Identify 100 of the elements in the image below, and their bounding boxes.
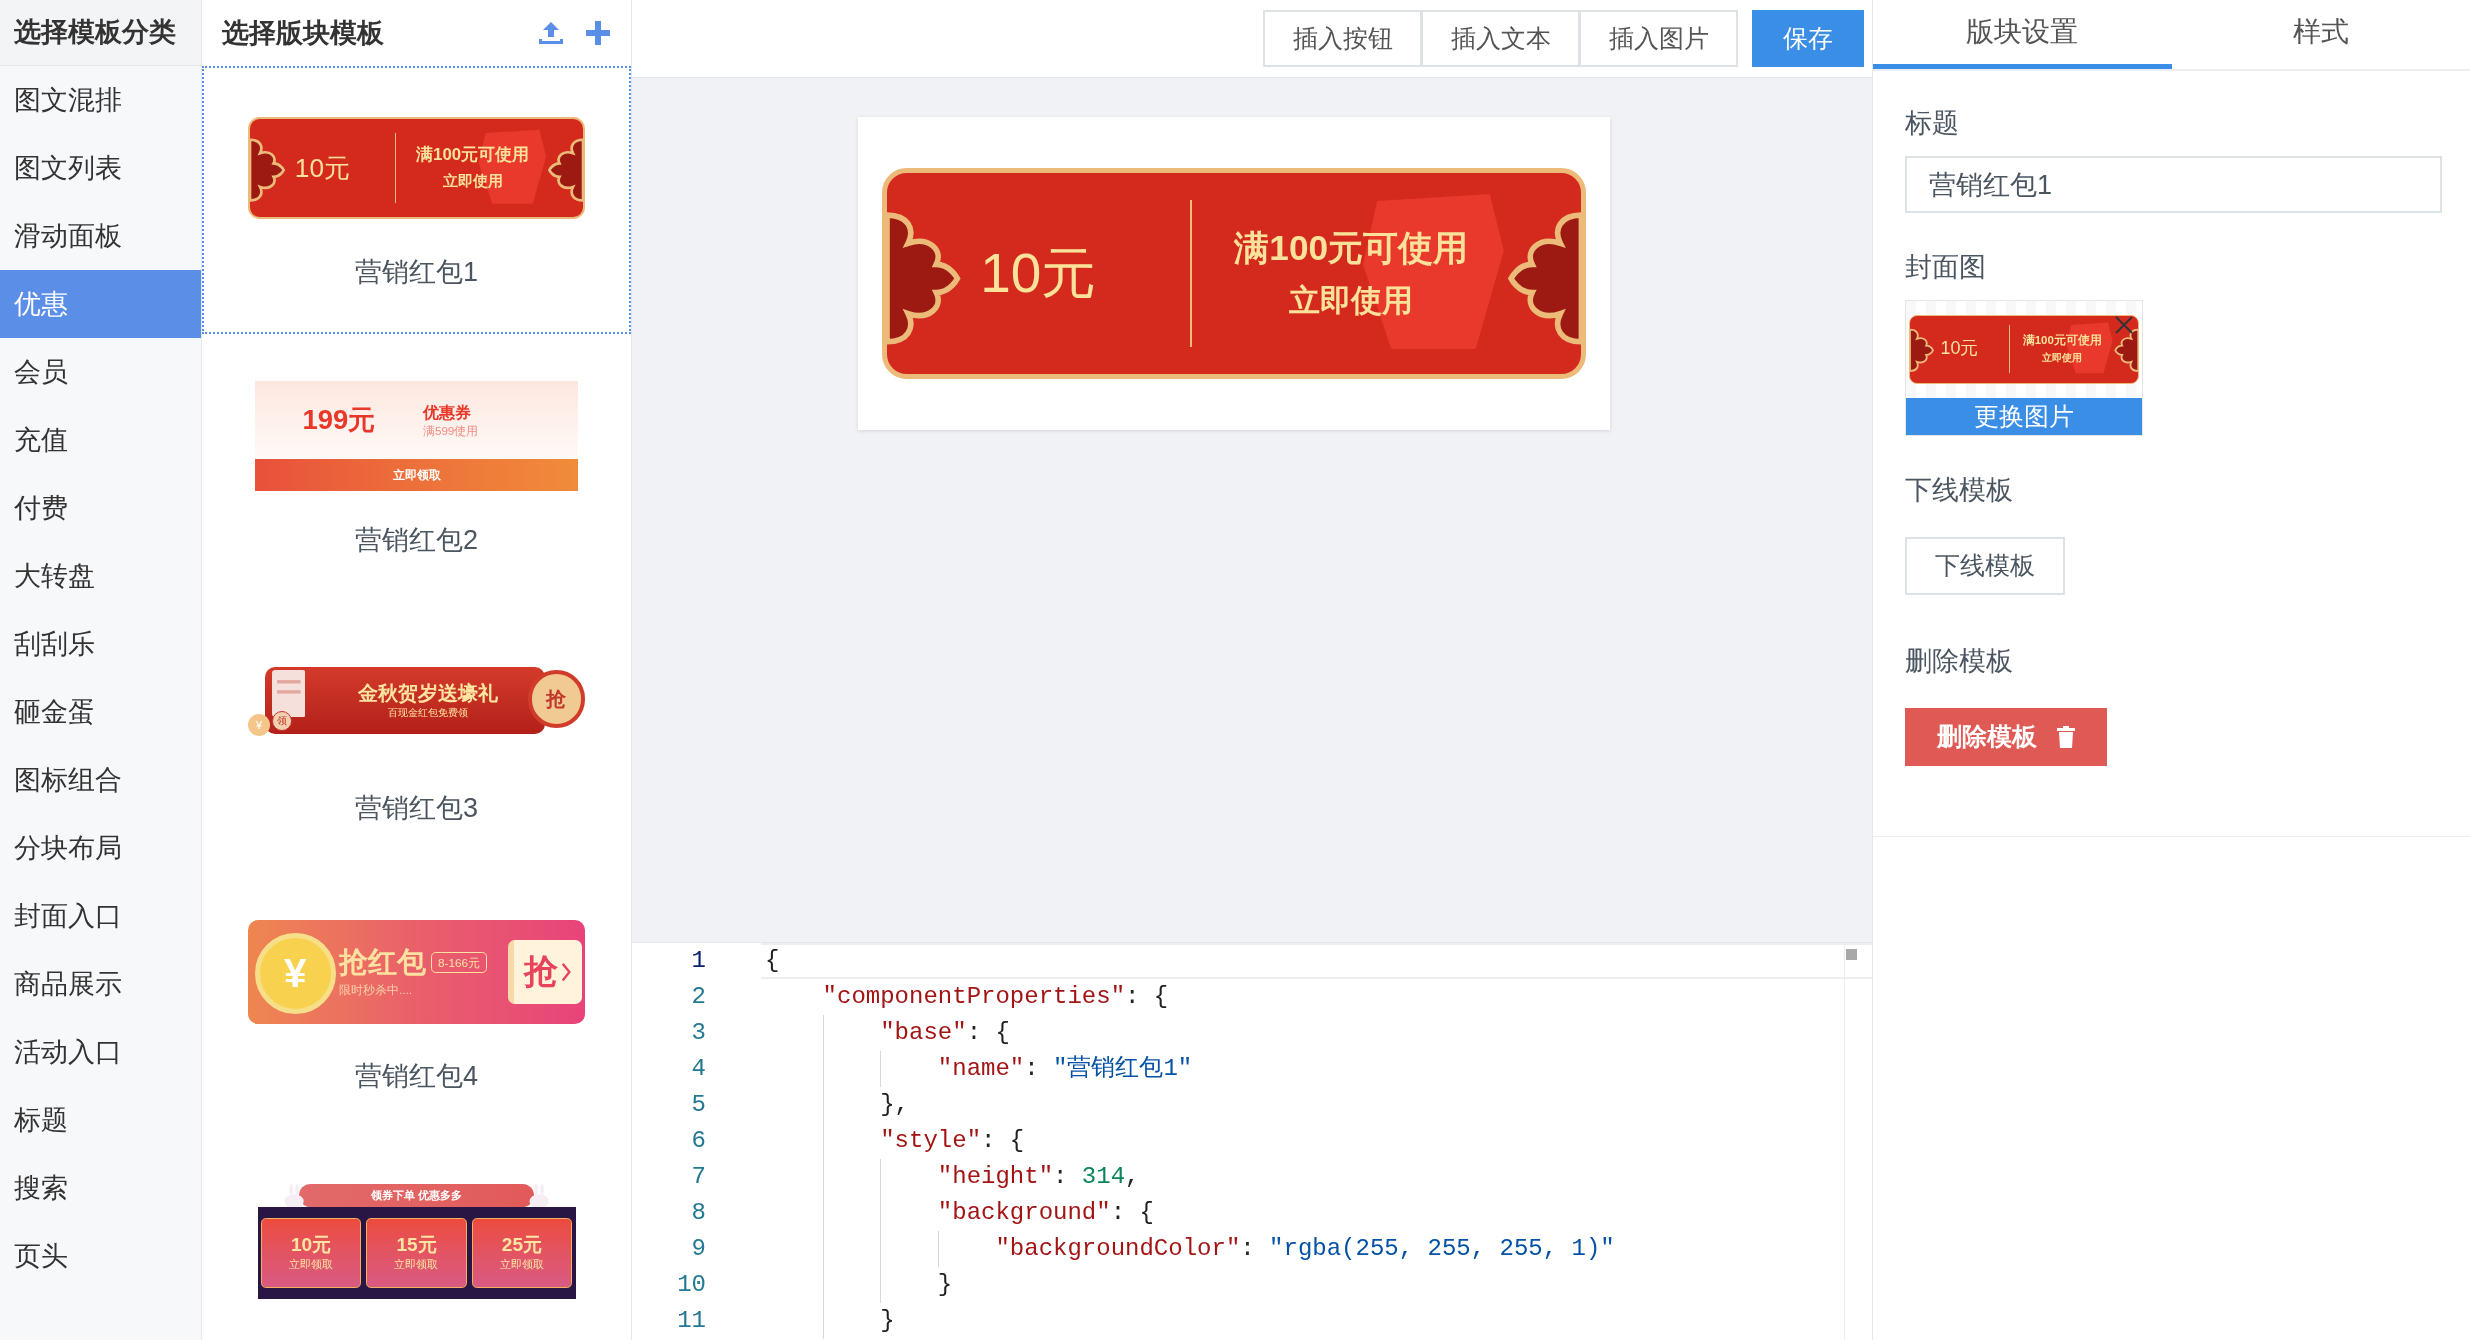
divider-line: [394, 132, 396, 204]
category-item[interactable]: 图标组合: [0, 746, 201, 814]
grab-text: 抢: [546, 688, 567, 710]
field-label: 删除模板: [1905, 645, 2014, 677]
line-number: 3: [691, 1018, 706, 1048]
panel-title: 选择模板分类: [0, 0, 201, 66]
settings-tab[interactable]: 版块设置: [1873, 0, 2172, 69]
coin-text: ¥: [255, 719, 263, 731]
code-text: "name": "营销红包1": [936, 1054, 1193, 1084]
amount-text: 25元: [501, 1235, 543, 1255]
category-item[interactable]: 标题: [0, 1086, 201, 1154]
amount-text: 10元: [294, 154, 351, 182]
claim-text: 立即领取: [394, 1259, 439, 1271]
category-item[interactable]: 搜索: [0, 1154, 201, 1222]
claim-text: 立即领取: [499, 1259, 544, 1271]
category-item[interactable]: 活动入口: [0, 1018, 201, 1086]
code-text: "componentProperties": {: [821, 982, 1169, 1012]
scrollbar[interactable]: [1844, 943, 1858, 1340]
use-now-text: 立即使用: [442, 174, 503, 189]
line-number: 2: [691, 982, 706, 1012]
ribbon-subtitle: 百现金红包免费领: [388, 707, 469, 718]
coupon-title: 优惠券: [422, 403, 471, 420]
amount-text: 15元: [396, 1235, 437, 1255]
line-number: 6: [691, 1126, 706, 1156]
insert-button[interactable]: 插入图片: [1579, 10, 1738, 67]
rabbit-drawing: [282, 1184, 306, 1210]
field-label: 封面图: [1905, 251, 1987, 283]
upload-icon[interactable]: [537, 20, 565, 46]
category-item[interactable]: 分块布局: [0, 814, 201, 882]
envelope-icon: [271, 670, 306, 718]
line-number: 11: [677, 1306, 706, 1336]
insert-button[interactable]: 插入按钮: [1263, 10, 1422, 67]
rabbit-drawing: [527, 1184, 551, 1210]
line-number: 7: [691, 1162, 706, 1192]
amount-text: 10元: [1940, 340, 1979, 359]
offline-button[interactable]: 下线模板: [1905, 537, 2065, 595]
trash-icon: [2057, 726, 2075, 748]
insert-button[interactable]: 插入文本: [1421, 10, 1580, 67]
condition-text: 满100元可使用: [1234, 229, 1469, 266]
category-item[interactable]: 刮刮乐: [0, 610, 201, 678]
template-card[interactable]: 金秋贺岁送壕礼 百现金红包免费领 领 ¥ 抢 营销红包3: [202, 602, 631, 870]
ribbon-title: 金秋贺岁送壕礼: [358, 683, 499, 704]
title-input[interactable]: 营销红包1: [1905, 156, 2442, 213]
template-name: 营销红包2: [355, 524, 478, 557]
code-text: "style": {: [879, 1126, 1025, 1156]
code-text: "base": {: [879, 1018, 1010, 1048]
panel-title: 选择版块模板: [222, 16, 384, 50]
condition-text: 满100元可使用: [2022, 335, 2102, 347]
banner-title: 领券下单 优惠多多: [370, 1189, 463, 1202]
line-number: 5: [691, 1090, 706, 1120]
line-number: 9: [691, 1234, 706, 1264]
category-item[interactable]: 滑动面板: [0, 202, 201, 270]
template-card[interactable]: 199元 优惠券 满599使用 立即领取 营销红包2: [202, 334, 631, 602]
delete-button[interactable]: 删除模板: [1905, 708, 2107, 766]
grab-title: 抢红包: [339, 948, 426, 978]
category-item[interactable]: 付费: [0, 474, 201, 542]
divider-line: [2008, 325, 2010, 374]
category-item[interactable]: 充值: [0, 406, 201, 474]
category-item[interactable]: 封面入口: [0, 882, 201, 950]
template-name: 营销红包4: [355, 1060, 478, 1093]
template-name: 营销红包3: [355, 792, 478, 825]
amount-text: 199元: [302, 406, 376, 434]
settings-tab[interactable]: 样式: [2171, 0, 2470, 69]
condition-text: 满599使用: [422, 424, 479, 437]
template-name: 营销红包1: [355, 256, 478, 289]
add-icon[interactable]: [585, 20, 611, 46]
field-label: 下线模板: [1905, 474, 2014, 506]
claim-text: 立即领取: [392, 468, 441, 481]
category-item[interactable]: 商品展示: [0, 950, 201, 1018]
code-text: }: [936, 1270, 953, 1300]
category-item[interactable]: 页头: [0, 1222, 201, 1290]
template-card[interactable]: ¥ 抢红包 8-166元 限时秒杀中.... 抢 营销红包4: [202, 870, 631, 1138]
close-icon[interactable]: [2114, 315, 2134, 335]
grab-text: 抢: [523, 955, 558, 989]
range-tag: 8-166元: [431, 952, 487, 974]
code-text: }: [879, 1306, 895, 1336]
line-number: 4: [691, 1054, 706, 1084]
use-now-text: 立即使用: [2042, 353, 2083, 364]
chevron-icon: [561, 961, 572, 983]
use-now-text: 立即使用: [1289, 286, 1414, 318]
category-item[interactable]: 图文列表: [0, 134, 201, 202]
stamp-text: 领: [276, 715, 287, 726]
amount-text: 10元: [980, 246, 1097, 301]
coin-text: ¥: [283, 953, 307, 994]
category-item[interactable]: 大转盘: [0, 542, 201, 610]
code-text: "height": 314,: [936, 1162, 1140, 1192]
line-number: 1: [691, 946, 706, 976]
code-text: },: [879, 1090, 910, 1120]
code-text: {: [765, 946, 780, 976]
grab-subtitle: 限时秒杀中....: [339, 983, 414, 996]
amount-text: 10元: [290, 1235, 332, 1255]
field-label: 标题: [1905, 107, 1960, 139]
code-text: "background": {: [936, 1198, 1154, 1228]
code-text: "backgroundColor": "rgba(255, 255, 255, 1)": [994, 1234, 1615, 1264]
template-card[interactable]: 10元 满100元可使用 立即使用 营销红包1: [202, 66, 631, 334]
category-item[interactable]: 会员: [0, 338, 201, 406]
category-item[interactable]: 砸金蛋: [0, 678, 201, 746]
line-number: 8: [691, 1198, 706, 1228]
condition-text: 满100元可使用: [416, 147, 530, 164]
category-item[interactable]: 图文混排: [0, 66, 201, 134]
